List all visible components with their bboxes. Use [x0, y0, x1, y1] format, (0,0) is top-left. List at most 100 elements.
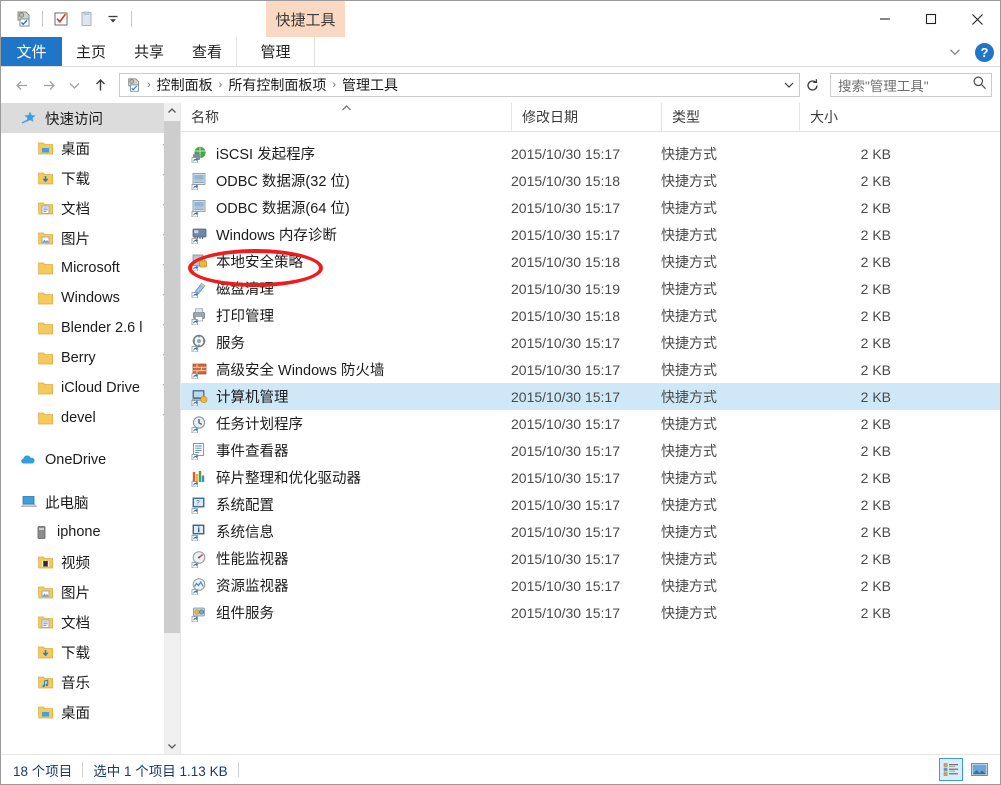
- table-row[interactable]: 任务计划程序2015/10/30 15:17快捷方式2 KB: [181, 410, 1000, 437]
- tab-manage[interactable]: 管理: [236, 37, 315, 66]
- customize-dropdown-icon[interactable]: [100, 6, 126, 32]
- table-row[interactable]: ODBC 数据源(32 位)2015/10/30 15:18快捷方式2 KB: [181, 167, 1000, 194]
- file-name-cell[interactable]: Windows 内存诊断: [181, 224, 511, 245]
- large-icons-view-button[interactable]: [967, 758, 991, 781]
- file-size-cell: 2 KB: [799, 254, 901, 270]
- paste-icon[interactable]: [74, 6, 100, 32]
- breadcrumb-separator-2[interactable]: ›: [330, 79, 338, 91]
- file-name-cell[interactable]: 系统信息: [181, 521, 511, 542]
- breadcrumb-dropdown-icon[interactable]: [779, 79, 799, 91]
- table-row[interactable]: Windows 内存诊断2015/10/30 15:17快捷方式2 KB: [181, 221, 1000, 248]
- column-header-type[interactable]: 类型: [661, 103, 799, 131]
- tab-share[interactable]: 共享: [120, 37, 178, 66]
- column-header-size[interactable]: 大小: [799, 103, 901, 131]
- sidebar-item-blender[interactable]: Blender 2.6 l: [1, 313, 180, 343]
- sidebar-item-windows[interactable]: Windows: [1, 283, 180, 313]
- details-view-button[interactable]: [939, 758, 963, 781]
- help-icon[interactable]: ?: [975, 43, 994, 62]
- tab-view[interactable]: 查看: [178, 37, 236, 66]
- column-header-name[interactable]: 名称: [181, 103, 511, 131]
- odbc-icon: [191, 172, 209, 190]
- breadcrumb-separator-1[interactable]: ›: [217, 79, 225, 91]
- sidebar-item-videos[interactable]: 视频: [1, 547, 180, 577]
- file-name-cell[interactable]: 打印管理: [181, 305, 511, 326]
- sidebar-item-desktop-pc[interactable]: 桌面: [1, 697, 180, 727]
- sidebar-item-icloud-drive[interactable]: iCloud Drive: [1, 373, 180, 403]
- file-type-cell: 快捷方式: [661, 468, 799, 488]
- breadcrumb-item-admin-tools[interactable]: 管理工具: [338, 75, 402, 95]
- sidebar-item-documents-pc[interactable]: 文档: [1, 607, 180, 637]
- breadcrumb-item-control-panel[interactable]: 控制面板: [153, 75, 217, 95]
- column-header-date[interactable]: 修改日期: [511, 103, 661, 131]
- table-row[interactable]: 组件服务2015/10/30 15:17快捷方式2 KB: [181, 599, 1000, 626]
- table-row[interactable]: 服务2015/10/30 15:17快捷方式2 KB: [181, 329, 1000, 356]
- sidebar-item-downloads[interactable]: 下载: [1, 163, 180, 193]
- nav-pane-scrollbar[interactable]: [164, 103, 180, 754]
- table-row[interactable]: ODBC 数据源(64 位)2015/10/30 15:17快捷方式2 KB: [181, 194, 1000, 221]
- tab-home[interactable]: 主页: [62, 37, 120, 66]
- forward-button[interactable]: [35, 72, 61, 98]
- sidebar-item-desktop[interactable]: 桌面: [1, 133, 180, 163]
- table-row[interactable]: iSCSI 发起程序2015/10/30 15:17快捷方式2 KB: [181, 140, 1000, 167]
- sidebar-item-downloads-pc[interactable]: 下载: [1, 637, 180, 667]
- sidebar-item-pictures-pc[interactable]: 图片: [1, 577, 180, 607]
- file-name-label: 任务计划程序: [216, 413, 303, 434]
- table-row[interactable]: 事件查看器2015/10/30 15:17快捷方式2 KB: [181, 437, 1000, 464]
- sidebar-item-documents[interactable]: 文档: [1, 193, 180, 223]
- table-row[interactable]: 磁盘清理2015/10/30 15:19快捷方式2 KB: [181, 275, 1000, 302]
- file-name-cell[interactable]: ODBC 数据源(64 位): [181, 197, 511, 218]
- sidebar-item-music[interactable]: 音乐: [1, 667, 180, 697]
- maximize-button[interactable]: [908, 1, 954, 37]
- checkbox-icon[interactable]: [48, 6, 74, 32]
- table-row[interactable]: 系统信息2015/10/30 15:17快捷方式2 KB: [181, 518, 1000, 545]
- recent-locations-button[interactable]: [61, 72, 87, 98]
- table-row[interactable]: 碎片整理和优化驱动器2015/10/30 15:17快捷方式2 KB: [181, 464, 1000, 491]
- file-name-cell[interactable]: ?系统配置: [181, 494, 511, 515]
- file-name-cell[interactable]: 资源监视器: [181, 575, 511, 596]
- properties-icon[interactable]: [11, 6, 37, 32]
- tab-file[interactable]: 文件: [1, 37, 62, 66]
- sidebar-item-this-pc[interactable]: 此电脑: [1, 487, 180, 517]
- sidebar-item-berry[interactable]: Berry: [1, 343, 180, 373]
- scroll-up-arrow-icon[interactable]: [164, 103, 180, 119]
- table-row[interactable]: 资源监视器2015/10/30 15:17快捷方式2 KB: [181, 572, 1000, 599]
- file-name-cell[interactable]: 磁盘清理: [181, 278, 511, 299]
- search-input[interactable]: 搜索"管理工具": [830, 73, 992, 97]
- sidebar-item-onedrive[interactable]: OneDrive: [1, 445, 180, 475]
- table-row[interactable]: 本地安全策略2015/10/30 15:18快捷方式2 KB: [181, 248, 1000, 275]
- table-row[interactable]: 计算机管理2015/10/30 15:17快捷方式2 KB: [181, 383, 1000, 410]
- table-row[interactable]: 性能监视器2015/10/30 15:17快捷方式2 KB: [181, 545, 1000, 572]
- back-button[interactable]: [9, 72, 35, 98]
- file-name-cell[interactable]: 碎片整理和优化驱动器: [181, 467, 511, 488]
- file-name-cell[interactable]: 计算机管理: [181, 386, 511, 407]
- search-icon[interactable]: [972, 75, 987, 95]
- file-name-cell[interactable]: 本地安全策略: [181, 251, 511, 272]
- table-row[interactable]: ?系统配置2015/10/30 15:17快捷方式2 KB: [181, 491, 1000, 518]
- nav-scrollbar-thumb[interactable]: [164, 121, 180, 633]
- up-button[interactable]: [87, 72, 113, 98]
- file-name-cell[interactable]: 任务计划程序: [181, 413, 511, 434]
- file-name-cell[interactable]: 事件查看器: [181, 440, 511, 461]
- scroll-down-arrow-icon[interactable]: [164, 738, 180, 754]
- file-name-cell[interactable]: iSCSI 发起程序: [181, 143, 511, 164]
- sidebar-item-quick-access[interactable]: 快速访问: [1, 103, 180, 133]
- refresh-icon[interactable]: [800, 78, 824, 93]
- chevron-down-icon[interactable]: [945, 42, 965, 62]
- sidebar-item-devel[interactable]: devel: [1, 403, 180, 433]
- breadcrumb[interactable]: › 控制面板 › 所有控制面板项 › 管理工具: [119, 73, 800, 97]
- file-name-cell[interactable]: 高级安全 Windows 防火墙: [181, 359, 511, 380]
- sidebar-item-pictures[interactable]: 图片: [1, 223, 180, 253]
- file-name-cell[interactable]: 性能监视器: [181, 548, 511, 569]
- sidebar-item-microsoft[interactable]: Microsoft: [1, 253, 180, 283]
- close-button[interactable]: [954, 1, 1000, 37]
- table-row[interactable]: 打印管理2015/10/30 15:18快捷方式2 KB: [181, 302, 1000, 329]
- breadcrumb-item-all-items[interactable]: 所有控制面板项: [224, 75, 330, 95]
- table-row[interactable]: 高级安全 Windows 防火墙2015/10/30 15:17快捷方式2 KB: [181, 356, 1000, 383]
- sidebar-item-iphone[interactable]: iphone: [1, 517, 180, 547]
- file-name-cell[interactable]: 组件服务: [181, 602, 511, 623]
- breadcrumb-separator-0[interactable]: ›: [145, 79, 153, 91]
- file-type-cell: 快捷方式: [661, 252, 799, 272]
- minimize-button[interactable]: [862, 1, 908, 37]
- file-name-cell[interactable]: 服务: [181, 332, 511, 353]
- file-name-cell[interactable]: ODBC 数据源(32 位): [181, 170, 511, 191]
